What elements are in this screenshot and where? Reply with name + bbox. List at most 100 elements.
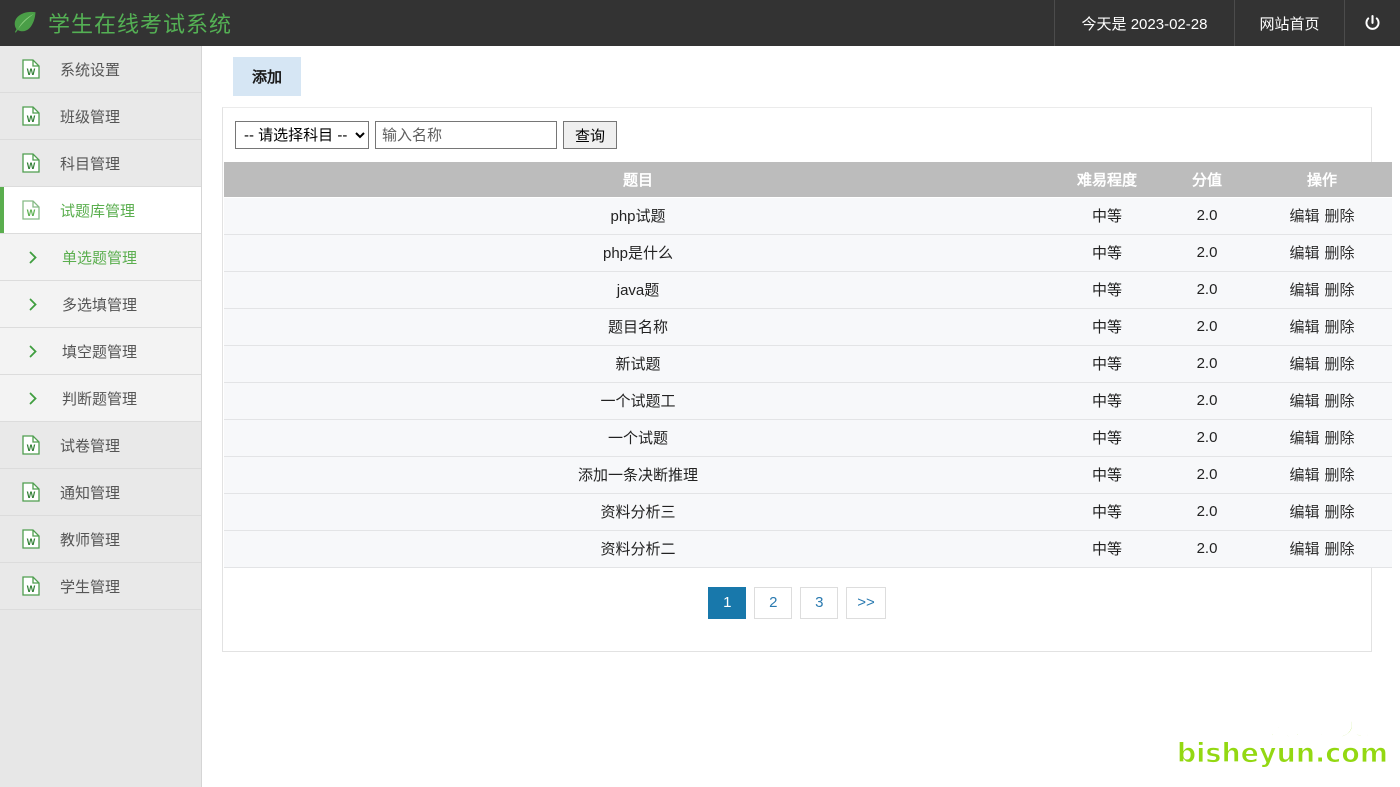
cell-title: 新试题 <box>224 344 1052 383</box>
add-button[interactable]: 添加 <box>233 57 302 96</box>
cell-title: 一个试题 <box>224 418 1052 457</box>
edit-link[interactable]: 编辑 <box>1289 245 1319 262</box>
edit-link[interactable]: 编辑 <box>1289 504 1319 521</box>
svg-text:W: W <box>27 443 36 453</box>
edit-link[interactable]: 编辑 <box>1289 541 1319 558</box>
delete-link[interactable]: 删除 <box>1325 319 1355 336</box>
sidebar-item-label: 教师管理 <box>60 531 121 549</box>
sidebar-item-student-management[interactable]: W 学生管理 <box>0 563 201 610</box>
document-w-icon: W <box>22 153 40 173</box>
cell-operations: 编辑 删除 <box>1252 455 1392 494</box>
power-icon <box>1363 14 1382 33</box>
sidebar-item-class-management[interactable]: W 班级管理 <box>0 93 201 140</box>
delete-link[interactable]: 删除 <box>1325 430 1355 447</box>
sidebar-item-label: 试卷管理 <box>60 437 121 455</box>
leaf-icon <box>12 10 38 36</box>
cell-operations: 编辑 删除 <box>1252 307 1392 346</box>
edit-link[interactable]: 编辑 <box>1289 467 1319 484</box>
sidebar-item-true-false-management[interactable]: 判断题管理 <box>0 375 201 422</box>
subject-select[interactable]: -- 请选择科目 -- <box>235 121 369 149</box>
watermark-line-2: bisheyun.com <box>1176 738 1388 770</box>
cell-score: 2.0 <box>1162 455 1252 494</box>
cell-operations: 编辑 删除 <box>1252 381 1392 420</box>
svg-text:W: W <box>27 584 36 594</box>
sidebar-item-label: 通知管理 <box>60 484 121 502</box>
sidebar-item-system-settings[interactable]: W 系统设置 <box>0 46 201 93</box>
cell-title: php是什么 <box>224 233 1052 272</box>
page-title: 学生在线考试系统 <box>48 12 233 37</box>
cell-title: 资料分析三 <box>224 492 1052 531</box>
sidebar-item-teacher-management[interactable]: W 教师管理 <box>0 516 201 563</box>
edit-link[interactable]: 编辑 <box>1289 319 1319 336</box>
table-body: php试题 中等 2.0 编辑 删除 php是什么 中等 2.0 编辑 删除 j… <box>224 196 1392 568</box>
sidebar-item-subject-management[interactable]: W 科目管理 <box>0 140 201 187</box>
cell-score: 2.0 <box>1162 529 1252 568</box>
main-content: 添加 -- 请选择科目 -- 查询 题目 难易程度 分值 操作 <box>203 46 1400 787</box>
cell-difficulty: 中等 <box>1052 418 1162 457</box>
table-header: 题目 难易程度 分值 操作 <box>224 162 1392 197</box>
edit-link[interactable]: 编辑 <box>1289 282 1319 299</box>
toolbar: 添加 <box>203 46 1400 107</box>
cell-score: 2.0 <box>1162 492 1252 531</box>
page-button-next[interactable]: >> <box>846 586 886 619</box>
table-row: php试题 中等 2.0 编辑 删除 <box>224 196 1392 235</box>
sidebar-item-single-choice-management[interactable]: 单选题管理 <box>0 234 201 281</box>
cell-score: 2.0 <box>1162 418 1252 457</box>
column-header-score: 分值 <box>1162 162 1252 197</box>
cell-score: 2.0 <box>1162 344 1252 383</box>
sidebar-item-exam-paper-management[interactable]: W 试卷管理 <box>0 422 201 469</box>
sidebar-item-label: 多选填管理 <box>62 296 138 314</box>
cell-difficulty: 中等 <box>1052 196 1162 235</box>
svg-text:W: W <box>27 208 36 218</box>
sidebar-item-notice-management[interactable]: W 通知管理 <box>0 469 201 516</box>
delete-link[interactable]: 删除 <box>1325 541 1355 558</box>
page-button-1[interactable]: 1 <box>708 586 747 619</box>
cell-operations: 编辑 删除 <box>1252 233 1392 272</box>
delete-link[interactable]: 删除 <box>1325 504 1355 521</box>
sidebar-item-fill-blank-management[interactable]: 填空题管理 <box>0 328 201 375</box>
header-spacer <box>246 0 1054 46</box>
cell-title: java题 <box>224 270 1052 309</box>
query-button[interactable]: 查询 <box>563 121 618 149</box>
logout-button[interactable] <box>1344 0 1400 46</box>
cell-score: 2.0 <box>1162 196 1252 235</box>
delete-link[interactable]: 删除 <box>1325 245 1355 262</box>
delete-link[interactable]: 删除 <box>1325 356 1355 373</box>
document-w-icon: W <box>22 482 40 502</box>
table-row: 添加一条决断推理 中等 2.0 编辑 删除 <box>224 455 1392 494</box>
name-search-input[interactable] <box>375 121 557 149</box>
chevron-right-icon <box>24 345 42 358</box>
chevron-right-icon <box>24 392 42 405</box>
sidebar-item-multi-choice-management[interactable]: 多选填管理 <box>0 281 201 328</box>
delete-link[interactable]: 删除 <box>1325 208 1355 225</box>
site-home-link[interactable]: 网站首页 <box>1234 0 1344 46</box>
delete-link[interactable]: 删除 <box>1325 467 1355 484</box>
sidebar-item-label: 学生管理 <box>60 578 121 596</box>
cell-operations: 编辑 删除 <box>1252 529 1392 568</box>
cell-score: 2.0 <box>1162 233 1252 272</box>
cell-operations: 编辑 删除 <box>1252 418 1392 457</box>
brand: 学生在线考试系统 <box>0 0 246 46</box>
sidebar-item-label: 班级管理 <box>60 108 121 126</box>
table-row: 题目名称 中等 2.0 编辑 删除 <box>224 307 1392 346</box>
column-header-difficulty: 难易程度 <box>1052 162 1162 197</box>
sidebar-item-question-bank-management[interactable]: W 试题库管理 <box>0 187 201 234</box>
page-button-2[interactable]: 2 <box>754 586 793 619</box>
document-w-icon: W <box>22 529 40 549</box>
delete-link[interactable]: 删除 <box>1325 393 1355 410</box>
edit-link[interactable]: 编辑 <box>1289 208 1319 225</box>
cell-difficulty: 中等 <box>1052 492 1162 531</box>
page-button-3[interactable]: 3 <box>800 586 839 619</box>
table-header-row: 题目 难易程度 分值 操作 <box>224 162 1392 197</box>
sidebar-item-label: 试题库管理 <box>60 202 136 220</box>
edit-link[interactable]: 编辑 <box>1289 393 1319 410</box>
cell-title: php试题 <box>224 196 1052 235</box>
svg-text:W: W <box>27 114 36 124</box>
column-header-operations: 操作 <box>1252 162 1392 197</box>
cell-difficulty: 中等 <box>1052 307 1162 346</box>
edit-link[interactable]: 编辑 <box>1289 356 1319 373</box>
chevron-right-icon <box>24 298 42 311</box>
svg-text:W: W <box>27 490 36 500</box>
edit-link[interactable]: 编辑 <box>1289 430 1319 447</box>
delete-link[interactable]: 删除 <box>1325 282 1355 299</box>
